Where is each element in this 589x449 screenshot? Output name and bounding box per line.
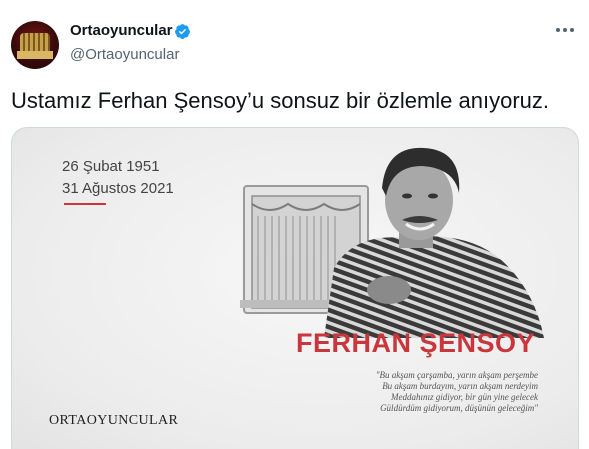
date-divider bbox=[64, 203, 106, 205]
more-dot bbox=[563, 28, 567, 32]
verified-badge-icon bbox=[175, 24, 190, 39]
avatar-stage-graphic bbox=[20, 33, 50, 51]
quote-line: Bu akşam burdayım, yarın akşam nerdeyim bbox=[382, 381, 538, 391]
quote-line: "Bu akşam çarşamba, yarın akşam perşembe bbox=[375, 370, 538, 380]
tweet-text: Ustamız Ferhan Şensoy’u sonsuz bir özlem… bbox=[11, 88, 550, 113]
tribute-quote: "Bu akşam çarşamba, yarın akşam perşembe… bbox=[310, 370, 538, 414]
honoree-name: FERHAN ŞENSOY bbox=[296, 328, 536, 358]
ferhan-sensoy-portrait bbox=[324, 147, 544, 338]
more-options-icon[interactable] bbox=[556, 28, 574, 32]
more-dot bbox=[570, 28, 574, 32]
tweet-media-image[interactable]: 26 Şubat 1951 31 Ağustos 2021 FERHAN ŞEN… bbox=[11, 127, 579, 449]
quote-line: Meddahınız gidiyor, bir gün yine gelecek bbox=[391, 392, 538, 402]
avatar-floor-graphic bbox=[17, 51, 53, 59]
more-dot bbox=[556, 28, 560, 32]
author-handle[interactable]: @Ortaoyuncular bbox=[70, 46, 179, 63]
author-name[interactable]: Ortaoyuncular bbox=[70, 22, 173, 39]
author-avatar[interactable] bbox=[11, 21, 59, 69]
birth-date: 26 Şubat 1951 bbox=[62, 158, 160, 175]
death-date: 31 Ağustos 2021 bbox=[62, 180, 174, 197]
brand-logo-text: ORTAOYUNCULAR bbox=[49, 413, 179, 428]
quote-line: Güldürdüm gidiyorum, düşünün geleceğim" bbox=[380, 403, 538, 413]
